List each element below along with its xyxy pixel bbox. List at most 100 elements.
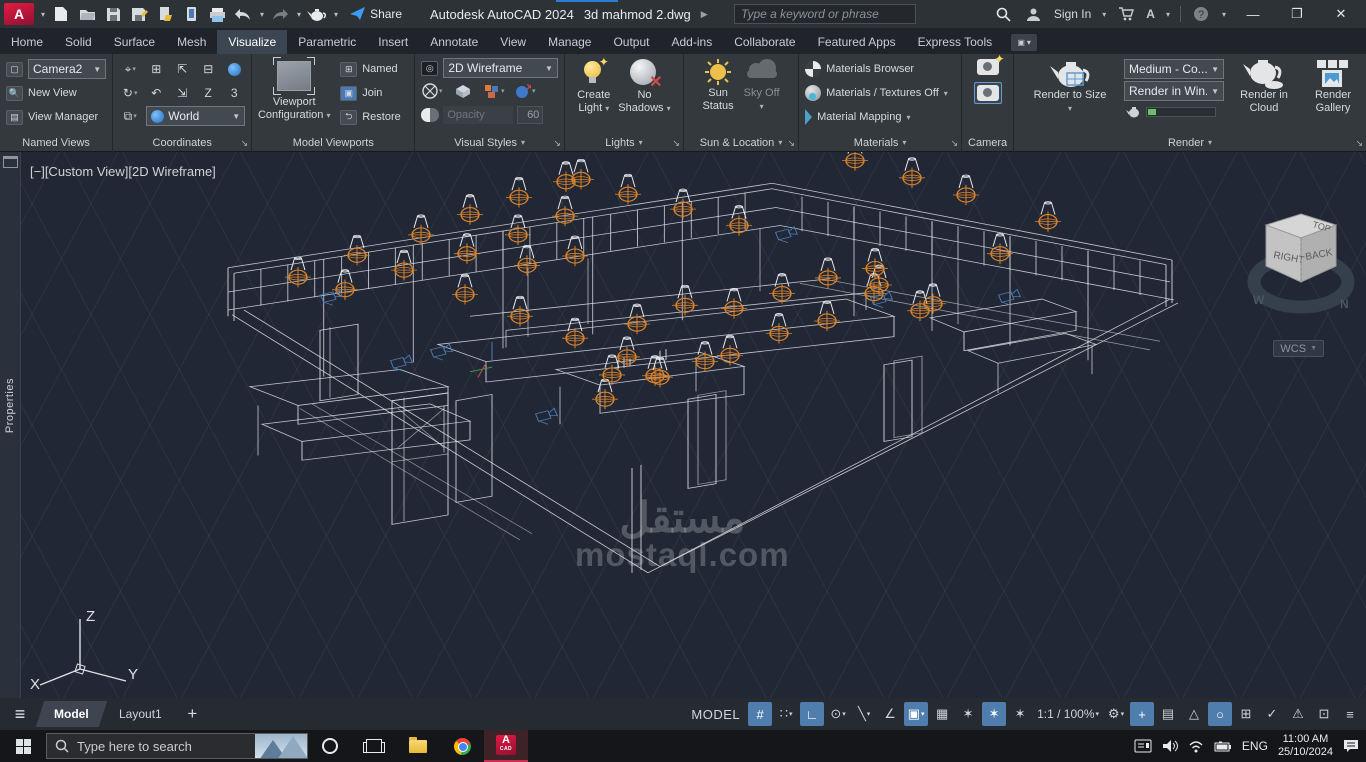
camera-glyph[interactable] xyxy=(389,354,414,372)
point-light-glyph[interactable] xyxy=(899,157,925,188)
new-view-button[interactable]: 🔍 New View xyxy=(4,81,108,105)
visual-styles-expander-icon[interactable]: ↘ xyxy=(553,138,561,149)
viewcube[interactable]: W N TOP RIGHT BACK xyxy=(1246,200,1356,330)
panel-title-model-viewports[interactable]: Model Viewports xyxy=(252,133,414,152)
autoscale[interactable]: ✶ xyxy=(982,702,1007,726)
point-light-glyph[interactable] xyxy=(842,152,868,171)
hardware-warning[interactable]: ⚠ xyxy=(1286,702,1310,726)
volume-icon[interactable] xyxy=(1162,739,1178,753)
camera-glyph[interactable] xyxy=(774,226,799,244)
annotation-scale-value[interactable]: 1:1 / 100% ▾ xyxy=(1034,702,1102,726)
material-mapping-button[interactable]: Material Mapping ▾ xyxy=(803,105,957,129)
cart-icon[interactable] xyxy=(1116,5,1136,23)
ucs-icon[interactable]: ⌖ ▾ xyxy=(119,59,141,79)
tab-parametric[interactable]: Parametric xyxy=(287,30,367,54)
point-light-glyph[interactable] xyxy=(726,205,752,236)
news-tray-icon[interactable] xyxy=(1134,739,1152,753)
point-light-glyph[interactable] xyxy=(866,264,892,296)
show-cameras-button[interactable] xyxy=(973,82,1002,104)
start-button[interactable] xyxy=(0,730,46,762)
create-camera-button[interactable]: ✦ xyxy=(976,52,1005,75)
sign-in-caret-icon[interactable]: ▾ xyxy=(1102,10,1106,19)
sun-status-button[interactable]: Sun Status xyxy=(702,57,734,133)
panel-title-coordinates[interactable]: Coordinates ↘ xyxy=(113,133,251,152)
point-light-glyph[interactable] xyxy=(452,273,478,305)
ucs-z-axis-icon[interactable]: Z xyxy=(197,83,219,103)
face-style-icon[interactable]: ▾ xyxy=(421,81,443,101)
annotation-visibility[interactable]: ✶ xyxy=(956,702,980,726)
chrome-button[interactable] xyxy=(440,730,484,762)
ucs-world-combo[interactable]: World ▼ xyxy=(146,106,246,126)
model-intent[interactable]: ✓ xyxy=(1260,702,1284,726)
app-menu-caret-icon[interactable]: ▾ xyxy=(41,10,45,19)
tab-model[interactable]: Model xyxy=(35,701,107,727)
new-layout-button[interactable]: + xyxy=(187,704,197,724)
render-teapot-icon[interactable] xyxy=(307,5,327,23)
ortho-mode[interactable]: ∟ xyxy=(800,702,825,726)
create-light-button[interactable]: ✦ Create Light ▾ xyxy=(577,56,610,133)
camera-glyph[interactable] xyxy=(429,343,454,361)
autodesk-apps-icon[interactable]: A xyxy=(1146,7,1155,21)
dynamic-input[interactable]: ⊞ xyxy=(1234,702,1258,726)
point-light-glyph[interactable] xyxy=(769,273,795,304)
app-menu-button[interactable]: A xyxy=(4,3,34,25)
ucs-previous-icon[interactable]: ↶ xyxy=(145,83,167,103)
point-light-glyph[interactable] xyxy=(815,257,841,289)
point-light-glyph[interactable] xyxy=(344,234,370,266)
customization[interactable]: ≡ xyxy=(1338,702,1362,726)
render-expander-icon[interactable]: ↘ xyxy=(1355,138,1363,149)
tab-express-tools[interactable]: Express Tools xyxy=(907,30,1003,54)
point-light-glyph[interactable] xyxy=(507,295,533,327)
viewport-join-button[interactable]: ▣ Join xyxy=(338,81,403,105)
point-light-glyph[interactable] xyxy=(717,334,743,366)
tab-layout1[interactable]: Layout1 xyxy=(100,701,179,727)
sky-off-button[interactable]: Sky Off ▾ xyxy=(744,57,780,133)
restore-button[interactable]: ❐ xyxy=(1280,0,1314,28)
point-light-glyph[interactable] xyxy=(987,233,1013,264)
point-light-glyph[interactable] xyxy=(615,173,641,205)
materials-expander-icon[interactable]: ↘ xyxy=(951,138,959,149)
tab-featured-apps[interactable]: Featured Apps xyxy=(807,30,907,54)
panel-title-named-views[interactable]: Named Views xyxy=(0,133,112,152)
materials-browser-button[interactable]: Materials Browser xyxy=(803,57,957,81)
minimize-button[interactable]: — xyxy=(1236,0,1270,28)
tab-view[interactable]: View xyxy=(489,30,537,54)
point-light-glyph[interactable] xyxy=(552,195,578,227)
render-in-cloud-button[interactable]: Render in Cloud xyxy=(1232,57,1296,133)
tab-mesh[interactable]: Mesh xyxy=(166,30,217,54)
panel-title-materials[interactable]: Materials ▾ ↘ xyxy=(799,133,961,152)
share-button[interactable]: Share xyxy=(350,7,402,21)
quick-properties[interactable]: ▤ xyxy=(1156,702,1180,726)
drawing-canvas[interactable]: Properties [−][Custom View][2D Wireframe… xyxy=(0,152,1366,698)
workspace-switching[interactable]: ⚙ ▾ xyxy=(1104,702,1128,726)
battery-icon[interactable] xyxy=(1214,741,1232,752)
taskbar-search-input[interactable]: Type here to search xyxy=(46,733,308,759)
autocad-taskbar-button[interactable]: A CAD xyxy=(484,730,528,762)
materials-textures-button[interactable]: Materials / Textures Off ▾ xyxy=(803,81,957,105)
panel-title-render[interactable]: Render ▾ ↘ xyxy=(1014,133,1366,152)
panel-title-lights[interactable]: Lights ▾ ↘ xyxy=(565,133,683,152)
graphics-performance[interactable]: ○ xyxy=(1208,702,1232,726)
new-file-icon[interactable] xyxy=(51,5,71,23)
point-light-glyph[interactable] xyxy=(457,194,483,225)
object-snap[interactable]: ▣ ▾ xyxy=(904,702,929,726)
point-light-glyph[interactable] xyxy=(562,317,588,349)
viewport-restore-button[interactable]: ⮌ Restore xyxy=(338,105,403,129)
tab-manage[interactable]: Manage xyxy=(537,30,602,54)
point-light-glyph[interactable] xyxy=(721,288,747,319)
ucs-view-icon[interactable]: ⊟ xyxy=(197,59,219,79)
viewport-controls-label[interactable]: [−][Custom View][2D Wireframe] xyxy=(30,164,216,179)
ucs-settings-icon[interactable]: ⧉ ▾ xyxy=(119,106,141,126)
clock[interactable]: 11:00 AM 25/10/2024 xyxy=(1278,733,1333,759)
file-explorer-button[interactable] xyxy=(396,730,440,762)
open-file-icon[interactable] xyxy=(77,5,97,23)
edge-effects-icon[interactable]: ✕ ▾ xyxy=(514,81,536,101)
point-light-glyph[interactable] xyxy=(862,248,888,279)
object-snap-tracking[interactable]: ∠ xyxy=(878,702,902,726)
annotation-scale-icon[interactable]: ✶ xyxy=(1008,702,1032,726)
panel-title-visual-styles[interactable]: Visual Styles ▾ ↘ xyxy=(415,133,564,152)
render-to-size-button[interactable]: Render to Size ▾ xyxy=(1024,57,1116,133)
camera-glyph[interactable] xyxy=(534,407,559,425)
ucs-named-icon[interactable]: ⊞ xyxy=(145,59,167,79)
tab-add-ins[interactable]: Add-ins xyxy=(661,30,724,54)
